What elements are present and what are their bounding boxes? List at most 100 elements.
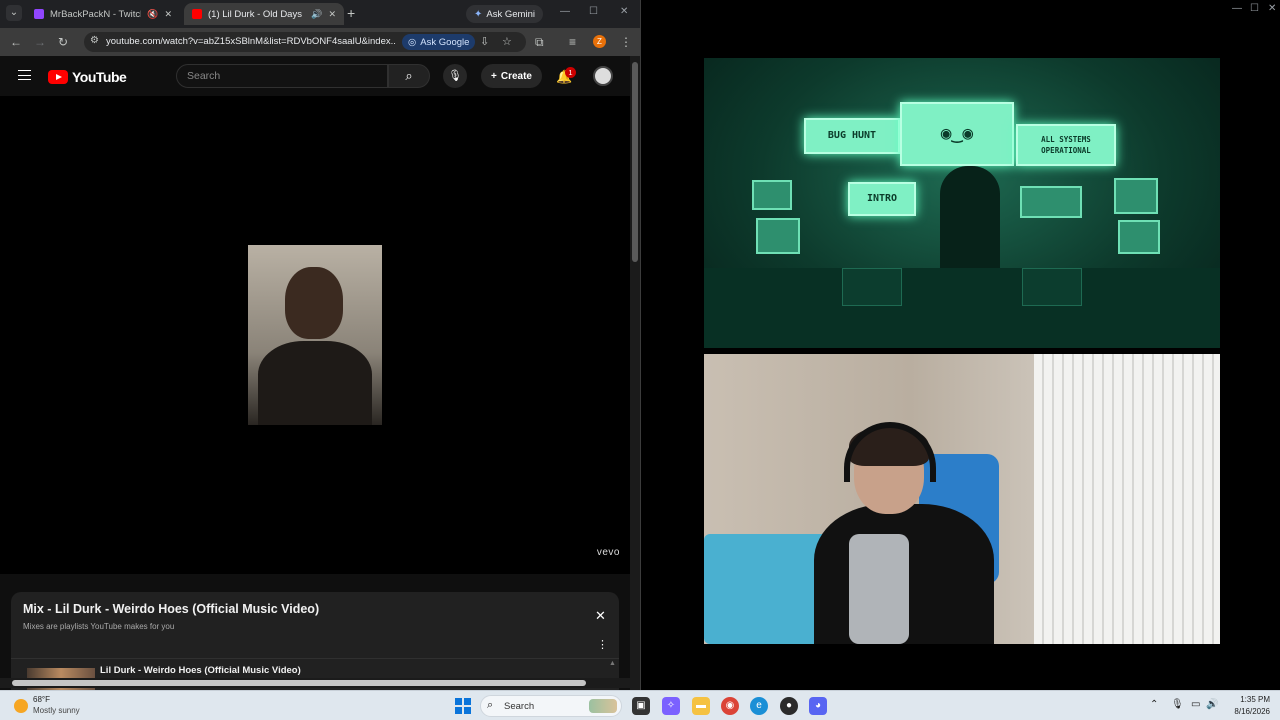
extensions-icon[interactable]: ⧉ xyxy=(535,35,544,49)
close-window-icon[interactable]: ✕ xyxy=(1268,3,1276,14)
account-avatar[interactable] xyxy=(593,66,613,86)
tab-title: (1) Lil Durk - Old Days - Yo xyxy=(208,8,305,20)
horizontal-scroll-thumb[interactable] xyxy=(12,680,586,686)
display-tray-icon[interactable]: ▭ xyxy=(1191,699,1200,710)
obs-icon[interactable]: ● xyxy=(780,697,798,715)
profile-avatar[interactable]: Z xyxy=(593,35,606,48)
copilot-icon[interactable]: ✧ xyxy=(662,697,680,715)
side-monitor xyxy=(1020,186,1082,218)
search-icon: ⌕ xyxy=(487,699,494,711)
twitch-favicon-icon xyxy=(34,9,44,19)
maximize-icon[interactable]: ☐ xyxy=(1250,3,1259,14)
search-placeholder: Search xyxy=(187,70,221,82)
tray-overflow-icon[interactable]: ⌃ xyxy=(1150,699,1158,710)
close-window-icon[interactable]: ✕ xyxy=(620,6,628,17)
desk-drawer xyxy=(842,268,902,306)
new-tab-button[interactable]: + xyxy=(347,5,355,21)
volume-tray-icon[interactable]: 🔊 xyxy=(1206,699,1218,710)
file-explorer-icon[interactable]: ▬ xyxy=(692,697,710,715)
youtube-logo[interactable]: YouTube xyxy=(48,69,127,85)
weather-desc[interactable]: Mostly sunny xyxy=(33,706,80,715)
stream-preview-window: — ☐ ✕ BUG HUNT ◉‿◉ ALL SYSTEMS OPERATION… xyxy=(642,0,1280,690)
task-view-icon[interactable]: ▣ xyxy=(632,697,650,715)
microphone-icon: 🎙 xyxy=(448,70,462,82)
ask-google-button[interactable]: ◎ Ask Google xyxy=(402,34,476,50)
chair-silhouette xyxy=(940,166,1000,276)
playlist-title[interactable]: Mix - Lil Durk - Weirdo Hoes (Official M… xyxy=(23,602,319,616)
url-text[interactable]: youtube.com/watch?v=abZ15xSBlnM&list=RDV… xyxy=(106,36,396,47)
system-clock[interactable]: 1:35 PM 8/16/2026 xyxy=(1226,694,1270,718)
desktop: ⌄ MrBackPackN - Twitch 🔇 ✕ (1) Lil Durk … xyxy=(0,0,1280,720)
youtube-wordmark: YouTube xyxy=(72,69,127,85)
ask-google-label: Ask Google xyxy=(420,36,470,48)
search-button[interactable]: ⌕ xyxy=(388,64,430,88)
close-playlist-icon[interactable]: ✕ xyxy=(595,608,606,624)
bookmark-star-icon[interactable]: ☆ xyxy=(502,35,512,48)
ask-gemini-button[interactable]: ✦ Ask Gemini xyxy=(466,5,543,23)
playlist-subtitle: Mixes are playlists YouTube makes for yo… xyxy=(23,622,175,631)
chrome-window: ⌄ MrBackPackN - Twitch 🔇 ✕ (1) Lil Durk … xyxy=(0,0,641,690)
divider xyxy=(11,658,619,659)
bug-hunt-overlay-scene: BUG HUNT ◉‿◉ ALL SYSTEMS OPERATIONAL INT… xyxy=(704,58,1220,348)
create-button[interactable]: + Create xyxy=(481,64,542,88)
status-screen: ALL SYSTEMS OPERATIONAL xyxy=(1016,124,1116,166)
horizontal-scrollbar[interactable] xyxy=(0,678,630,688)
media-controls-icon[interactable]: ≡ xyxy=(569,35,576,49)
vertical-scrollbar[interactable] xyxy=(630,56,640,690)
youtube-play-logo-icon xyxy=(48,70,68,84)
taskbar-search[interactable]: ⌕ Search xyxy=(480,695,622,717)
notification-badge: 1 xyxy=(565,67,576,78)
right-monitor xyxy=(1114,178,1158,214)
gemini-sparkle-icon: ✦ xyxy=(474,8,483,20)
forward-icon[interactable]: → xyxy=(34,35,46,49)
headphones xyxy=(844,422,936,482)
speaker-icon[interactable]: 🔊 xyxy=(311,9,322,20)
chrome-menu-icon[interactable]: ⋮ xyxy=(620,35,632,49)
microphone-tray-icon[interactable]: 🎙 xyxy=(1171,699,1184,710)
omnibox[interactable]: ⚙ youtube.com/watch?v=abZ15xSBlnM&list=R… xyxy=(84,32,526,52)
discord-icon[interactable]: ◕ xyxy=(809,697,827,715)
voice-search-button[interactable]: 🎙 xyxy=(443,64,467,88)
edge-icon[interactable]: e xyxy=(750,697,768,715)
tab-youtube[interactable]: (1) Lil Durk - Old Days - Yo 🔊 ✕ xyxy=(184,3,344,25)
close-tab-icon[interactable]: ✕ xyxy=(164,9,172,20)
weather-temp[interactable]: 68°F xyxy=(33,695,50,704)
tab-title: MrBackPackN - Twitch xyxy=(50,8,142,20)
address-toolbar: ← → ↻ ⚙ youtube.com/watch?v=abZ15xSBlnM&… xyxy=(0,28,640,56)
clock-date: 8/16/2026 xyxy=(1234,707,1270,716)
more-options-icon[interactable]: ⋮ xyxy=(597,638,608,651)
chrome-icon[interactable]: ◉ xyxy=(721,697,739,715)
webcam-feed xyxy=(704,354,1220,644)
close-tab-icon[interactable]: ✕ xyxy=(328,9,336,20)
hamburger-menu-icon[interactable] xyxy=(18,70,31,80)
window-blinds xyxy=(1034,354,1220,644)
portrait-head xyxy=(285,267,343,339)
portrait-body xyxy=(258,341,372,425)
tab-twitch[interactable]: MrBackPackN - Twitch 🔇 ✕ xyxy=(26,3,180,25)
weather-sun-icon[interactable] xyxy=(14,699,28,713)
search-input[interactable]: Search xyxy=(176,64,388,88)
ask-gemini-label: Ask Gemini xyxy=(486,8,535,20)
minimize-icon[interactable]: — xyxy=(560,6,570,17)
left-monitor xyxy=(752,180,792,210)
taskbar-search-label: Search xyxy=(504,701,535,712)
vertical-scroll-thumb[interactable] xyxy=(632,62,638,262)
site-info-icon[interactable]: ⚙ xyxy=(90,35,99,46)
install-app-icon[interactable]: ⇩ xyxy=(480,35,489,48)
scroll-up-icon[interactable]: ▲ xyxy=(609,660,616,667)
muted-speaker-icon[interactable]: 🔇 xyxy=(147,9,158,20)
screen-label: ALL SYSTEMS OPERATIONAL xyxy=(1041,135,1091,155)
plus-icon: + xyxy=(491,70,497,82)
youtube-header: YouTube Search ⌕ 🎙 + Create 🔔 1 xyxy=(0,56,630,96)
windows-start-icon[interactable] xyxy=(455,698,471,714)
video-player[interactable]: vevo xyxy=(0,96,630,574)
desk-drawer xyxy=(1022,268,1082,306)
playlist-item-title[interactable]: Lil Durk - Weirdo Hoes (Official Music V… xyxy=(100,665,301,676)
windows-taskbar: 68°F Mostly sunny ⌕ Search ▣ ✧ ▬ ◉ e ● ◕… xyxy=(0,690,1280,720)
back-icon[interactable]: ← xyxy=(10,35,22,49)
reload-icon[interactable]: ↻ xyxy=(58,35,68,49)
robot-face-screen: ◉‿◉ xyxy=(900,102,1014,166)
minimize-icon[interactable]: — xyxy=(1232,3,1242,14)
maximize-icon[interactable]: ☐ xyxy=(589,6,598,17)
tab-search-icon[interactable]: ⌄ xyxy=(6,5,22,21)
